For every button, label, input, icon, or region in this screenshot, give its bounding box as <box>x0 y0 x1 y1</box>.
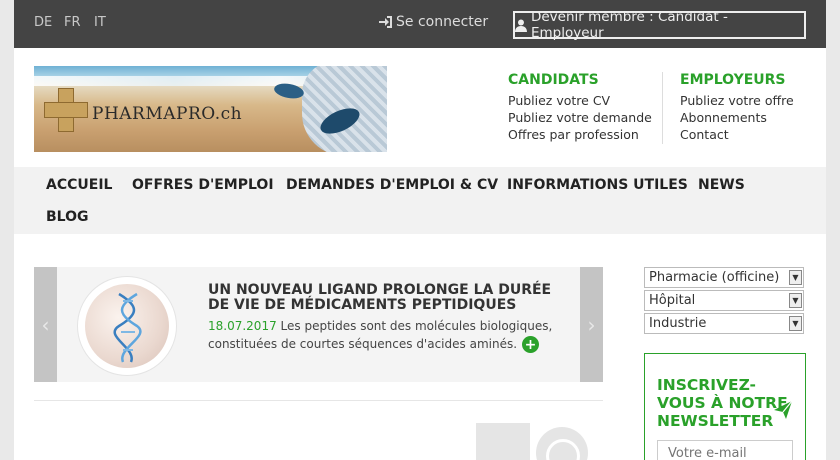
slider-next-button[interactable]: › <box>580 267 603 382</box>
contact-link[interactable]: Contact <box>680 126 794 143</box>
logo-text: PHARMAPRO.ch <box>92 104 243 124</box>
lang-it-link[interactable]: IT <box>94 15 106 30</box>
chevron-down-icon: ▼ <box>789 270 802 285</box>
publish-offer-link[interactable]: Publiez votre offre <box>680 92 794 109</box>
slide-image[interactable] <box>78 277 176 375</box>
become-member-label: Devenir membre : Candidat - Employeur <box>530 9 728 41</box>
slide-summary: 18.07.2017 Les peptides sont des molécul… <box>208 317 553 353</box>
nav-item-accueil[interactable]: ACCUEIL <box>46 177 112 193</box>
offers-by-profession-link[interactable]: Offres par profession <box>508 126 652 143</box>
lang-de-link[interactable]: DE <box>34 15 52 30</box>
lang-fr-link[interactable]: FR <box>64 15 81 30</box>
page: DE FR IT Se connecter Devenir membre : C… <box>14 0 826 460</box>
nav-item-offres[interactable]: OFFRES D'EMPLOI <box>132 177 274 193</box>
slide-date: 18.07.2017 <box>208 319 277 333</box>
nav-item-demandes[interactable]: DEMANDES D'EMPLOI & CV <box>286 177 498 193</box>
candidats-column: CANDIDATS Publiez votre CV Publiez votre… <box>508 72 652 143</box>
become-member-button[interactable]: Devenir membre : Candidat - Employeur <box>513 9 806 41</box>
top-bar: DE FR IT Se connecter Devenir membre : C… <box>14 0 826 48</box>
placeholder-avatar <box>536 427 588 460</box>
select-hopital-value: Hôpital <box>649 293 696 308</box>
nav-item-informations[interactable]: INFORMATIONS UTILES <box>507 177 688 193</box>
newsletter-email-input[interactable] <box>657 440 793 460</box>
pharmacy-cross-icon <box>44 88 88 132</box>
main-nav: ACCUEIL OFFRES D'EMPLOI DEMANDES D'EMPLO… <box>14 167 826 234</box>
divider <box>34 400 603 401</box>
employeurs-title: EMPLOYEURS <box>680 72 786 88</box>
dna-icon <box>113 292 142 363</box>
select-pharmacie[interactable]: Pharmacie (officine) ▼ <box>644 267 804 288</box>
read-more-icon[interactable]: + <box>522 336 540 353</box>
chevron-down-icon: ▼ <box>789 316 802 331</box>
news-slider: ‹ UN NOUVEAU LIGAND PROLONGE LA DURÉE DE… <box>34 267 603 382</box>
placeholder-image <box>476 423 530 460</box>
select-industrie-value: Industrie <box>649 316 707 331</box>
newsletter-box: INSCRIVEZ-VOUS À NOTRE NEWSLETTER <box>644 353 806 460</box>
nav-item-news[interactable]: NEWS <box>698 177 745 193</box>
publish-cv-link[interactable]: Publiez votre CV <box>508 92 652 109</box>
login-link[interactable]: Se connecter <box>379 14 488 30</box>
sign-in-icon <box>379 16 392 28</box>
slide-title[interactable]: UN NOUVEAU LIGAND PROLONGE LA DURÉE DE V… <box>208 283 568 313</box>
paper-plane-icon <box>774 400 793 419</box>
publish-request-link[interactable]: Publiez votre demande <box>508 109 652 126</box>
site-logo[interactable]: PHARMAPRO.ch <box>34 66 387 152</box>
select-industrie[interactable]: Industrie ▼ <box>644 313 804 334</box>
slider-prev-button[interactable]: ‹ <box>34 267 57 382</box>
chevron-down-icon: ▼ <box>789 293 802 308</box>
subscriptions-link[interactable]: Abonnements <box>680 109 794 126</box>
candidats-title: CANDIDATS <box>508 72 599 88</box>
select-pharmacie-value: Pharmacie (officine) <box>649 270 780 285</box>
user-icon <box>515 19 527 32</box>
select-hopital[interactable]: Hôpital ▼ <box>644 290 804 311</box>
login-label: Se connecter <box>396 14 489 30</box>
employeurs-column: EMPLOYEURS Publiez votre offre Abonnemen… <box>662 72 794 144</box>
nav-item-blog[interactable]: BLOG <box>46 209 89 225</box>
